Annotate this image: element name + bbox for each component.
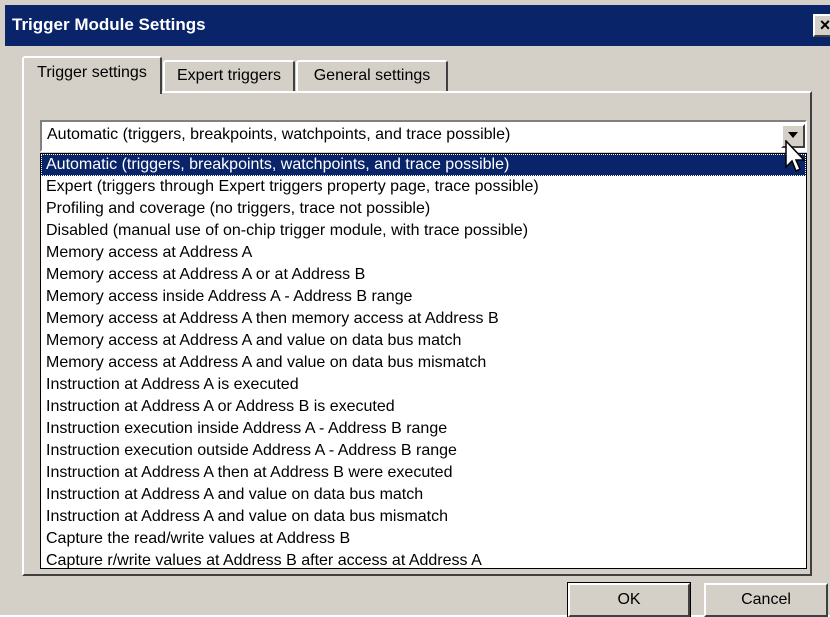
option-item[interactable]: Instruction at Address A and value on da… xyxy=(41,484,806,506)
option-item[interactable]: Instruction execution inside Address A -… xyxy=(41,418,806,440)
option-item[interactable]: Memory access at Address A then memory a… xyxy=(41,308,806,330)
option-item[interactable]: Instruction at Address A is executed xyxy=(41,374,806,396)
option-item[interactable]: Memory access at Address A or at Address… xyxy=(41,264,806,286)
trigger-mode-value: Automatic (triggers, breakpoints, watchp… xyxy=(47,126,511,143)
option-item[interactable]: Instruction at Address A or Address B is… xyxy=(41,396,806,418)
tab-trigger-settings[interactable]: Trigger settings xyxy=(22,56,162,94)
option-item[interactable]: Instruction at Address A then at Address… xyxy=(41,462,806,484)
tab-label: General settings xyxy=(313,67,431,84)
option-item[interactable]: Instruction execution outside Address A … xyxy=(41,440,806,462)
option-item[interactable]: Capture the read/write values at Address… xyxy=(41,528,806,550)
trigger-mode-select[interactable]: Automatic (triggers, breakpoints, watchp… xyxy=(40,120,807,152)
trigger-mode-options-list[interactable]: Automatic (triggers, breakpoints, watchp… xyxy=(40,153,807,569)
title-bar[interactable]: Trigger Module Settings × xyxy=(5,5,830,47)
cancel-button[interactable]: Cancel xyxy=(704,583,828,617)
tab-label: Expert triggers xyxy=(176,67,282,84)
close-icon: × xyxy=(819,15,830,35)
tab-label: Trigger settings xyxy=(37,64,147,81)
trigger-module-settings-dialog: Trigger Module Settings × Trigger settin… xyxy=(0,0,830,617)
ok-label: OK xyxy=(617,591,641,608)
option-item[interactable]: Memory access at Address A and value on … xyxy=(41,352,806,374)
option-item[interactable]: Memory access at Address A and value on … xyxy=(41,330,806,352)
option-item[interactable]: Automatic (triggers, breakpoints, watchp… xyxy=(41,154,806,176)
option-item[interactable]: Memory access inside Address A - Address… xyxy=(41,286,806,308)
tab-general-settings[interactable]: General settings xyxy=(296,60,448,92)
option-item[interactable]: Profiling and coverage (no triggers, tra… xyxy=(41,198,806,220)
option-item[interactable]: Memory access at Address A xyxy=(41,242,806,264)
option-item[interactable]: Disabled (manual use of on-chip trigger … xyxy=(41,220,806,242)
option-item[interactable]: Instruction at Address A and value on da… xyxy=(41,506,806,528)
option-item[interactable]: Capture r/write values at Address B afte… xyxy=(41,550,806,572)
chevron-down-icon xyxy=(788,132,798,138)
cancel-label: Cancel xyxy=(741,591,791,608)
tab-expert-triggers[interactable]: Expert triggers xyxy=(163,60,295,92)
option-item[interactable]: Expert (triggers through Expert triggers… xyxy=(41,176,806,198)
ok-button[interactable]: OK xyxy=(567,582,691,617)
close-button[interactable]: × xyxy=(813,14,830,37)
mouse-pointer-icon xyxy=(785,140,806,173)
window-title: Trigger Module Settings xyxy=(12,15,206,34)
